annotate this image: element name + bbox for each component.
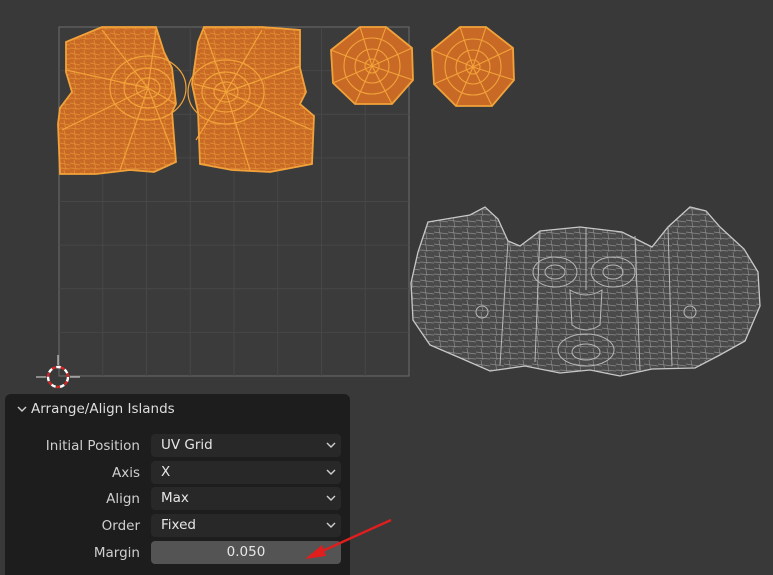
panel-header[interactable]: Arrange/Align Islands <box>5 394 350 424</box>
unselected-face-island[interactable] <box>410 206 761 377</box>
axis-row: Axis X <box>5 461 350 485</box>
axis-label: Axis <box>111 465 140 481</box>
chevron-down-icon <box>326 469 336 475</box>
align-row: Align Max <box>5 487 350 511</box>
align-label: Align <box>106 491 140 507</box>
arrange-align-islands-panel: Arrange/Align Islands Initial Position U… <box>5 394 350 575</box>
chevron-down-icon <box>326 522 336 528</box>
align-value: Max <box>161 490 189 506</box>
margin-number-field[interactable]: 0.050 <box>151 541 341 564</box>
chevron-down-icon <box>326 442 336 448</box>
initial-position-value: UV Grid <box>161 437 213 453</box>
chevron-down-icon <box>326 495 336 501</box>
selected-island-right[interactable] <box>187 26 315 173</box>
selected-island-circle-2[interactable] <box>431 26 515 107</box>
order-row: Order Fixed <box>5 514 350 538</box>
margin-value: 0.050 <box>226 544 266 560</box>
margin-label: Margin <box>93 545 140 561</box>
initial-position-row: Initial Position UV Grid <box>5 434 350 458</box>
initial-position-dropdown[interactable]: UV Grid <box>151 434 341 457</box>
axis-value: X <box>161 464 171 480</box>
order-value: Fixed <box>161 517 196 533</box>
initial-position-label: Initial Position <box>45 438 140 454</box>
margin-row: Margin 0.050 <box>5 541 350 565</box>
order-label: Order <box>101 518 140 534</box>
panel-title: Arrange/Align Islands <box>31 401 175 417</box>
align-dropdown[interactable]: Max <box>151 487 341 510</box>
axis-dropdown[interactable]: X <box>151 461 341 484</box>
order-dropdown[interactable]: Fixed <box>151 514 341 537</box>
chevron-down-icon <box>15 402 29 416</box>
